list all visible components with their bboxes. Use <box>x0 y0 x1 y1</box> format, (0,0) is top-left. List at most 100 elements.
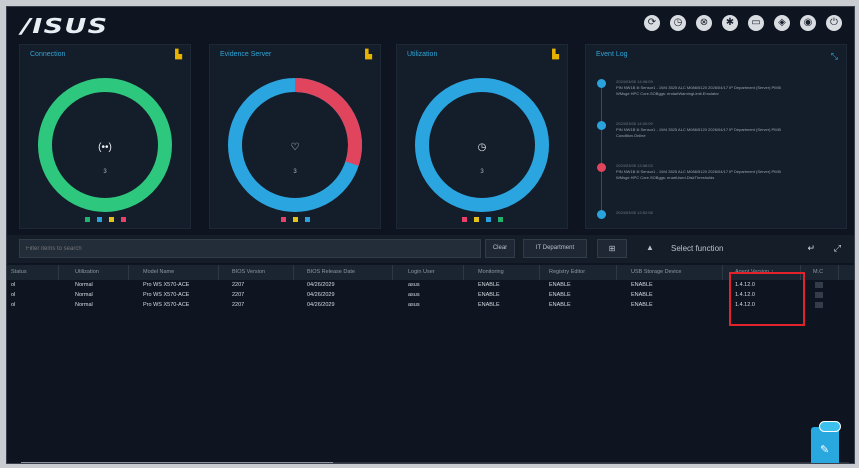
refresh-icon[interactable]: ⟳ <box>644 15 660 31</box>
ring-count: 3 <box>293 169 297 175</box>
timeline-line <box>601 83 602 219</box>
column-header-mc[interactable]: M.C <box>809 265 839 280</box>
column-header-usb-storage[interactable]: USB Storage Device <box>627 265 723 280</box>
event-detail: Condition.Online <box>616 133 646 138</box>
filter-search-input[interactable] <box>19 239 481 258</box>
event-detail: WMsge HPC Core.SOBggs: enartUsed.DiskThr… <box>616 175 715 180</box>
top-header: /ISUS ⟳ ◷ ⊗ ✱ ▭ ◈ ◉ ⏻ <box>7 7 854 41</box>
mc-toggle[interactable] <box>815 282 823 288</box>
event-text: 2024/03/05 13:52:08 <box>616 210 653 216</box>
expand-icon[interactable]: ⤡ <box>831 51 838 62</box>
horizontal-scrollbar[interactable] <box>21 462 849 463</box>
timer-icon[interactable]: ◷ <box>670 15 686 31</box>
legend-swatch <box>120 217 126 222</box>
network-icon[interactable]: ⊗ <box>696 15 712 31</box>
utilization-card: Utilization ▙ ◷ 3 <box>396 44 568 229</box>
cell-bios-release-date: 04/26/2029 <box>307 292 335 298</box>
connection-icon: (••) <box>98 142 112 153</box>
asus-control-center-window: /ISUS ⟳ ◷ ⊗ ✱ ▭ ◈ ◉ ⏻ Connection ▙ (••) … <box>6 6 855 464</box>
column-header-registry-editor[interactable]: Registry Editor <box>545 265 617 280</box>
agent-version-highlight-box <box>729 272 805 326</box>
cell-login-user: asus <box>408 292 420 298</box>
monitor-icon[interactable]: ▭ <box>748 15 764 31</box>
cell-registry-editor: ENABLE <box>549 282 571 288</box>
select-function-dropdown[interactable]: Select function ↵ ⤢ <box>671 239 841 258</box>
connection-card: Connection ▙ (••) 3 <box>19 44 191 229</box>
ring-legend <box>20 217 190 222</box>
column-header-login-user[interactable]: Login User <box>404 265 464 280</box>
legend-swatch <box>497 217 503 222</box>
cell-status: ol <box>11 302 16 308</box>
legend-swatch <box>473 217 479 222</box>
filter-toolbar: Clear IT Department ⊞ ▲ Select function … <box>7 235 854 263</box>
cell-registry-editor: ENABLE <box>549 302 571 308</box>
cell-login-user: asus <box>408 302 420 308</box>
card-title: Evidence Server <box>220 51 272 58</box>
group-select[interactable]: IT Department <box>523 239 587 258</box>
event-time: 2024/03/05 13:52:08 <box>616 210 653 215</box>
mc-toggle[interactable] <box>815 292 823 298</box>
column-header-model-name[interactable]: Model Name <box>139 265 219 280</box>
camera-icon[interactable]: ◉ <box>800 15 816 31</box>
cell-usb-storage: ENABLE <box>631 302 653 308</box>
cell-bios-release-date: 04/26/2029 <box>307 282 335 288</box>
evidence-icon: ♡ <box>290 142 300 153</box>
cell-usb-storage: ENABLE <box>631 292 653 298</box>
chat-icon: ✎ <box>820 444 830 456</box>
resize-icon[interactable]: ⤢ <box>834 239 841 258</box>
card-title: Connection <box>30 51 66 58</box>
table-row[interactable]: ol Normal Pro WS X570-ACE 2207 04/26/202… <box>7 290 854 300</box>
cell-status: ol <box>11 282 16 288</box>
chat-support-button[interactable]: ✎ <box>811 421 841 463</box>
timeline-dot <box>597 163 606 172</box>
settings-icon[interactable]: ✱ <box>722 15 738 31</box>
chat-badge <box>819 421 841 432</box>
device-table: Status Utilization Model Name BIOS Versi… <box>7 265 854 310</box>
grid-icon[interactable]: ⊞ <box>597 239 627 258</box>
cell-model-name: Pro WS X570-ACE <box>143 292 190 298</box>
legend-swatch <box>485 217 491 222</box>
shield-icon[interactable]: ◈ <box>774 15 790 31</box>
chart-toggle-icon[interactable]: ▙ <box>552 49 559 60</box>
power-icon[interactable]: ⏻ <box>826 15 842 31</box>
event-detail: WMsge HPC Core.SOBggs: endartWarningLimi… <box>616 91 719 96</box>
cell-bios-version: 2207 <box>232 282 245 288</box>
column-header-bios-version[interactable]: BIOS Version <box>228 265 294 280</box>
timeline-dot <box>597 210 606 219</box>
table-row[interactable]: ol Normal Pro WS X570-ACE 2207 04/26/202… <box>7 300 854 310</box>
event-text: 2024/03/05 13:58:03 PIN NW1B Iii Sensor1… <box>616 163 781 181</box>
mc-toggle[interactable] <box>815 302 823 308</box>
ring-legend <box>397 217 567 222</box>
legend-swatch <box>108 217 114 222</box>
enter-arrow-icon[interactable]: ↵ <box>807 239 815 258</box>
cell-login-user: asus <box>408 282 420 288</box>
upload-icon[interactable]: ▲ <box>635 239 665 258</box>
asus-logo: /ISUS <box>21 14 109 38</box>
event-log-title: Event Log <box>596 51 628 58</box>
clear-button[interactable]: Clear <box>485 239 515 258</box>
cell-bios-version: 2207 <box>232 302 245 308</box>
chart-toggle-icon[interactable]: ▙ <box>175 49 182 60</box>
timeline-dot <box>597 121 606 130</box>
column-header-utilization[interactable]: Utilization <box>71 265 129 280</box>
legend-swatch <box>292 217 298 222</box>
cell-status: ol <box>11 292 16 298</box>
event-log-panel: Event Log ⤡ 2024/03/05 14:08:09 PIN NW1B… <box>585 44 847 229</box>
column-header-status[interactable]: Status <box>7 265 59 280</box>
table-row[interactable]: ol Normal Pro WS X570-ACE 2207 04/26/202… <box>7 280 854 290</box>
card-title: Utilization <box>407 51 438 58</box>
cell-monitoring: ENABLE <box>478 292 500 298</box>
cell-monitoring: ENABLE <box>478 302 500 308</box>
header-icon-bar: ⟳ ◷ ⊗ ✱ ▭ ◈ ◉ ⏻ <box>644 15 842 31</box>
chart-toggle-icon[interactable]: ▙ <box>365 49 372 60</box>
cell-bios-version: 2207 <box>232 292 245 298</box>
ring-count: 3 <box>480 169 484 175</box>
legend-swatch <box>304 217 310 222</box>
cell-utilization: Normal <box>75 282 93 288</box>
cell-usb-storage: ENABLE <box>631 282 653 288</box>
cell-utilization: Normal <box>75 302 93 308</box>
cell-bios-release-date: 04/26/2029 <box>307 302 335 308</box>
column-header-bios-release-date[interactable]: BIOS Release Date <box>303 265 393 280</box>
scrollbar-thumb[interactable] <box>21 462 333 463</box>
column-header-monitoring[interactable]: Monitoring <box>474 265 540 280</box>
